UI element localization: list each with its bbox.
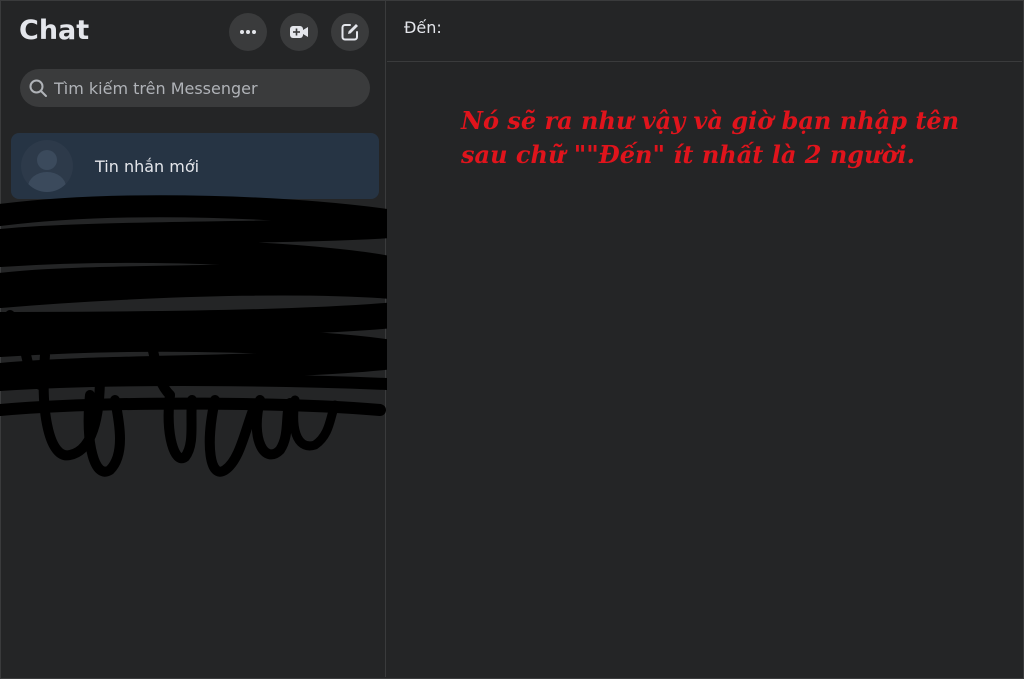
search-input[interactable]: [48, 77, 370, 99]
annotation-line-2: sau chữ ""Đến" ít nhất là 2 người.: [461, 140, 915, 169]
conversation-item-new-message[interactable]: Tin nhắn mới: [11, 133, 379, 199]
more-options-icon: [240, 30, 256, 34]
recipient-input[interactable]: [447, 13, 991, 49]
conversation-pane: Đến:: [387, 1, 1022, 677]
to-label: Đến:: [404, 18, 442, 37]
avatar-body: [28, 172, 66, 192]
conversation-label: Tin nhắn mới: [95, 156, 200, 176]
sidebar-header: Chat: [1, 1, 385, 65]
new-message-button[interactable]: [331, 13, 369, 51]
more-options-button[interactable]: [229, 13, 267, 51]
default-avatar-icon: [21, 140, 73, 192]
compose-icon: [341, 24, 358, 41]
instruction-annotation: Nó sẽ ra như vậy và giờ bạn nhập tên sau…: [461, 104, 981, 172]
avatar-head: [37, 150, 57, 170]
page-title: Chat: [19, 15, 90, 46]
search-icon: [29, 79, 47, 97]
annotation-line-1: Nó sẽ ra như vậy và giờ bạn nhập tên: [461, 106, 960, 135]
video-call-icon: [290, 26, 308, 38]
recipient-bar: Đến:: [387, 1, 1022, 62]
search-box[interactable]: [20, 69, 370, 107]
new-video-call-button[interactable]: [280, 13, 318, 51]
